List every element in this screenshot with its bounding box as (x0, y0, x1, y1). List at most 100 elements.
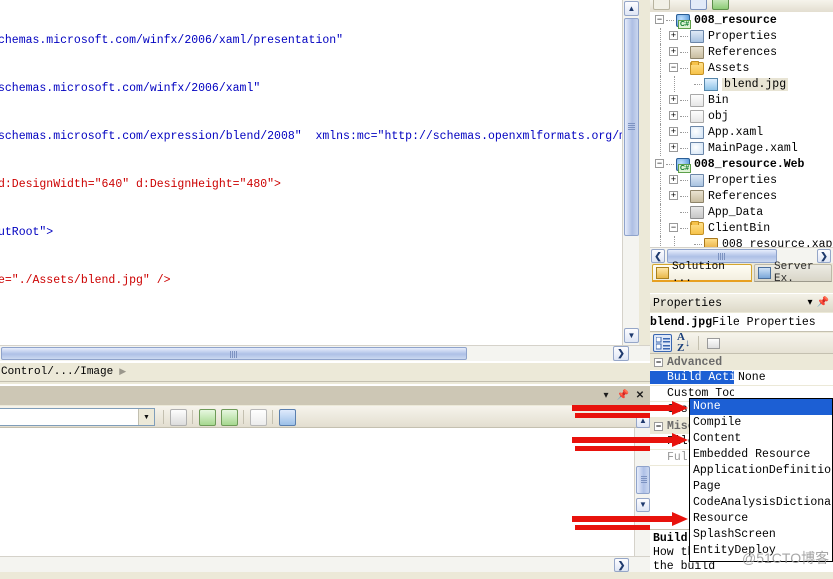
dropdown-item-splashscreen[interactable]: SplashScreen (690, 527, 832, 543)
solution-explorer-tree[interactable]: − 008_resource + Properties + References − Asse… (650, 12, 833, 247)
properties-window-icon[interactable] (653, 0, 670, 10)
scroll-grip-icon (230, 351, 238, 358)
expand-icon[interactable]: + (669, 95, 678, 104)
selected-file-name: blend.jpg (650, 315, 713, 329)
code-line: schemas.microsoft.com/winfx/2006/xaml" (0, 82, 261, 95)
editor-right-gutter (639, 0, 650, 345)
tree-node-008-resource-web[interactable]: − 008_resource.Web (650, 156, 833, 173)
output-window: ▾ 📌 ✕ ▼ successfully ssfully ro (0, 386, 650, 579)
scroll-down-icon[interactable]: ▼ (624, 328, 639, 343)
tree-node-label: blend.jpg (722, 77, 789, 91)
expand-icon[interactable]: + (669, 191, 678, 200)
collapse-icon[interactable]: − (655, 159, 664, 168)
dropdown-item-codeanalysisdictionary[interactable]: CodeAnalysisDictionary (690, 495, 833, 511)
scroll-up-icon[interactable]: ▲ (624, 1, 639, 16)
tree-node-app-data[interactable]: App_Data (650, 204, 833, 220)
collapse-icon[interactable]: − (654, 421, 663, 431)
dropdown-item-compile[interactable]: Compile (690, 415, 832, 431)
categorized-icon[interactable] (653, 334, 672, 352)
expand-icon[interactable]: + (669, 127, 678, 136)
refresh-icon[interactable] (712, 0, 729, 10)
toggle-word-wrap-icon[interactable] (279, 409, 296, 426)
tree-node-references[interactable]: + References (650, 44, 833, 60)
tree-node-bin[interactable]: + Bin (650, 92, 833, 108)
expand-icon[interactable]: + (669, 175, 678, 184)
property-pages-icon[interactable] (704, 334, 723, 352)
tree-guide-dots (680, 212, 688, 213)
property-name: Build Action (650, 371, 734, 384)
editor-hscroll-thumb[interactable] (1, 347, 467, 360)
tree-guide-dots (680, 68, 688, 69)
scroll-down-icon[interactable]: ▼ (636, 498, 650, 512)
tree-node-properties[interactable]: + Properties (650, 28, 833, 44)
tree-node-label: MainPage.xaml (708, 141, 798, 155)
xaml-file-icon (690, 142, 704, 155)
pin-icon[interactable]: 📌 (817, 297, 829, 309)
tree-node-references[interactable]: + References (650, 188, 833, 204)
expand-icon[interactable]: + (669, 111, 678, 120)
tree-guide-line (660, 76, 661, 92)
show-all-files-icon[interactable] (690, 0, 707, 10)
folder-open-icon (690, 221, 704, 235)
find-message-icon[interactable] (170, 409, 187, 426)
expand-icon[interactable]: + (669, 47, 678, 56)
dropdown-item-applicationdefinition[interactable]: ApplicationDefinition (690, 463, 833, 479)
output-text-area[interactable]: successfully ssfully roject: 008_resourc… (0, 428, 634, 556)
dropdown-icon[interactable]: ▾ (808, 297, 813, 309)
folder-open-icon (690, 61, 704, 75)
output-source-combobox[interactable]: ▼ (0, 408, 155, 426)
scroll-right-icon[interactable]: ❯ (614, 558, 629, 572)
properties-subtitle: blend.jpg File Properties (650, 313, 833, 332)
server-explorer-icon (758, 267, 771, 279)
tree-node-008-resource[interactable]: − 008_resource (650, 12, 833, 29)
goto-previous-icon[interactable] (199, 409, 216, 426)
annotation-line-top (575, 413, 650, 418)
tree-node-label: App.xaml (708, 125, 764, 139)
dropdown-item-embedded-resource[interactable]: Embedded Resource (690, 447, 832, 463)
tree-node-mainpage-xaml[interactable]: + MainPage.xaml (650, 140, 833, 156)
collapse-icon[interactable]: − (669, 223, 678, 232)
tab-server-explorer[interactable]: Server Ex. (754, 261, 832, 285)
tree-guide-dots (680, 180, 688, 181)
tree-node-obj[interactable]: + obj (650, 108, 833, 124)
property-row-build-action[interactable]: Build Action None (650, 370, 833, 386)
scroll-left-icon[interactable]: ❮ (651, 249, 665, 263)
editor-vertical-scrollbar[interactable]: ▲ ▼ (622, 0, 639, 345)
tree-node-assets[interactable]: − Assets (650, 60, 833, 76)
collapse-icon[interactable]: − (655, 15, 664, 24)
tab-solution-explorer[interactable]: Solution ... (652, 261, 752, 285)
properties-folder-icon (690, 174, 704, 187)
collapse-icon[interactable]: − (654, 357, 663, 367)
chevron-down-icon[interactable]: ▼ (138, 409, 154, 425)
expand-icon[interactable]: + (669, 31, 678, 40)
property-category-row[interactable]: − Advanced (650, 354, 833, 370)
collapse-icon[interactable]: − (669, 63, 678, 72)
tree-node-app-xaml[interactable]: + App.xaml (650, 124, 833, 140)
build-action-dropdown-list[interactable]: None Compile Content Embedded Resource Appli… (689, 398, 833, 562)
dropdown-item-none[interactable]: None (690, 399, 832, 415)
editor-vscroll-thumb[interactable] (624, 18, 639, 236)
tree-guide-dots (694, 84, 702, 85)
tree-node-properties[interactable]: + Properties (650, 172, 833, 188)
folder-closed-icon (690, 94, 704, 107)
solution-explorer-toolbar (650, 0, 833, 12)
expand-icon[interactable]: + (669, 143, 678, 152)
tree-node-blend-jpg[interactable]: blend.jpg (650, 76, 833, 92)
xaml-code-editor[interactable]: chemas.microsoft.com/winfx/2006/xaml/pre… (0, 0, 622, 345)
scroll-right-icon[interactable]: ❯ (613, 346, 629, 361)
goto-next-icon[interactable] (221, 409, 238, 426)
tree-guide-line (660, 204, 661, 220)
properties-folder-icon (690, 30, 704, 43)
alphabetical-icon[interactable]: AZ ↓ (674, 332, 693, 354)
dropdown-item-content[interactable]: Content (690, 431, 832, 447)
tree-node-clientbin[interactable]: − ClientBin (650, 220, 833, 236)
property-value[interactable]: None (734, 371, 766, 384)
editor-horizontal-scrollbar[interactable]: ❯ (0, 345, 650, 361)
clear-all-icon[interactable] (250, 409, 267, 426)
tree-node-008-resource-xap[interactable]: 008_resource.xap (650, 236, 833, 247)
output-horizontal-scrollbar[interactable]: ❯ (0, 556, 650, 572)
dropdown-item-resource[interactable]: Resource (690, 511, 832, 527)
output-vscroll-thumb[interactable] (636, 466, 650, 494)
dropdown-item-page[interactable]: Page (690, 479, 832, 495)
